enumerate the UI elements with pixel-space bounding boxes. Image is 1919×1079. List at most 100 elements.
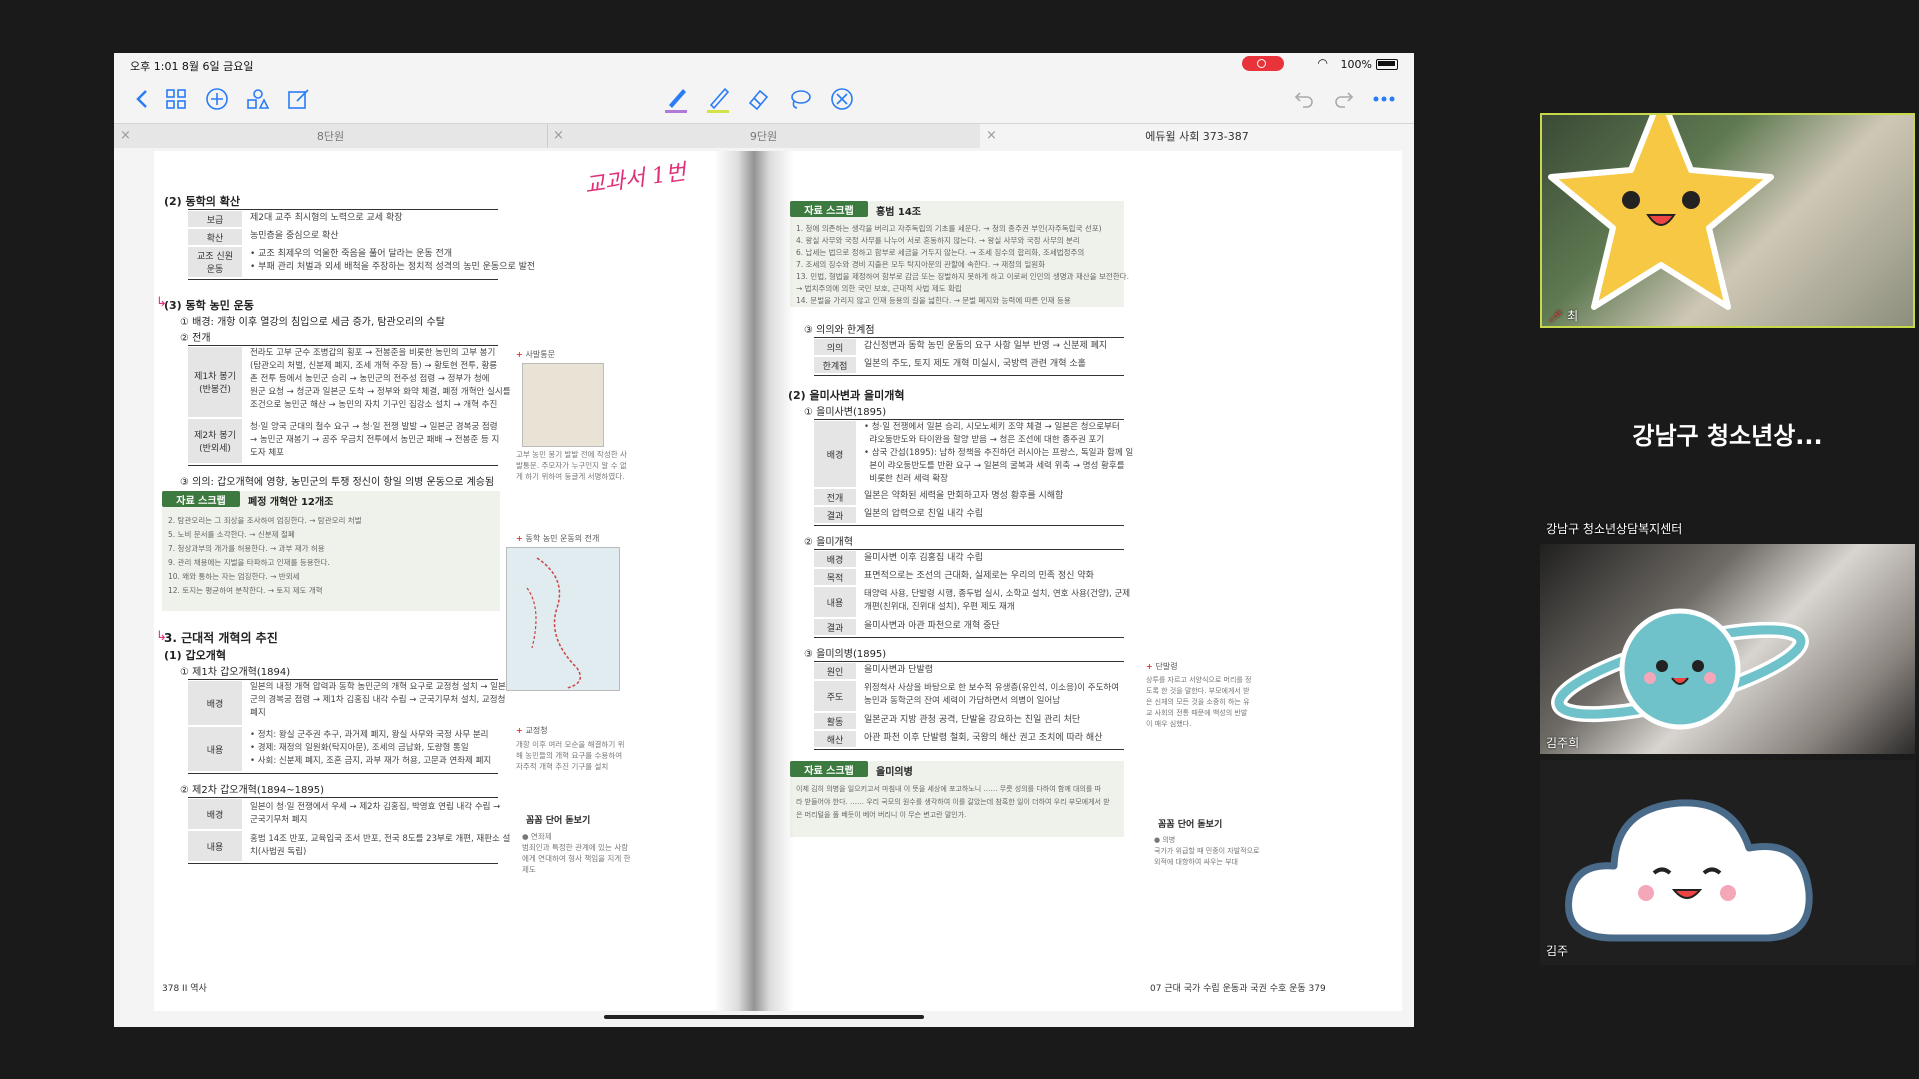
- material-tag: 자료 스크랩: [162, 491, 240, 507]
- highlighter-icon[interactable]: [704, 85, 732, 113]
- material-line: 2. 탐관오리는 그 죄상을 조사하여 엄징한다. → 탐관오리 처벌: [168, 516, 362, 525]
- row-text: 청·일 양국 군대의 철수 요구 → 청·일 전쟁 발발 → 일본군 경복궁 점…: [250, 422, 500, 458]
- material-line: 4. 왕실 사무와 국정 사무를 나누어 서로 혼동하지 않는다. → 왕실 사…: [796, 236, 1080, 245]
- shapes-icon[interactable]: [244, 85, 272, 113]
- row-text: 을미사변과 단발령: [864, 665, 934, 675]
- grid-view-icon[interactable]: [162, 85, 190, 113]
- back-icon[interactable]: [128, 85, 156, 113]
- tab-label: 에듀윌 사회 373-387: [1145, 130, 1249, 143]
- side-tag: + 단발령: [1146, 662, 1178, 671]
- row-text: 표면적으로는 조선의 근대화, 실제로는 우리의 민족 정신 약화: [864, 571, 1094, 581]
- row-label: 배경: [814, 551, 856, 567]
- text-line: ③ 을미의병(1895): [804, 649, 887, 660]
- star-sticker-icon: [1548, 115, 1774, 310]
- status-time: 오후 1:01 8월 6일 금요일: [130, 60, 254, 73]
- participant-tile-4[interactable]: 김주: [1540, 760, 1915, 965]
- text-line: ② 전개: [180, 333, 211, 344]
- cloud-sticker-icon: [1565, 799, 1813, 942]
- material-line: 10. 왜와 통하는 자는 엄징한다. → 반외세: [168, 572, 300, 581]
- home-indicator[interactable]: [604, 1015, 924, 1019]
- participant-name: 김주희: [1546, 736, 1580, 750]
- side-tag: + 사발통문: [516, 350, 555, 359]
- side-tag: 꼼꼼 단어 돋보기: [526, 816, 591, 826]
- material-line: → 법치주의에 의한 국민 보호, 근대적 사법 제도 확립: [796, 284, 962, 293]
- row-label: 배경: [188, 799, 242, 829]
- toolbar: [114, 77, 1414, 121]
- material-line: 13. 민법, 형법을 제정하여 함부로 감금 또는 징벌하지 못하게 하고 이…: [796, 272, 1129, 281]
- side-tag: + 동학 농민 운동의 전개: [516, 534, 600, 543]
- row-text: 일본이 청·일 전쟁에서 우세 → 제2차 김홍집, 박영효 연립 내각 수립 …: [250, 802, 501, 825]
- text-line: ① 배경: 개항 이후 열강의 침입으로 세금 증가, 탐관오리의 수탈: [180, 317, 445, 328]
- row-label: 결과: [814, 507, 856, 523]
- row-text: 제2대 교주 최시형의 노력으로 교세 확장: [250, 213, 403, 223]
- text-line: ② 제2차 갑오개혁(1894~1895): [180, 785, 324, 796]
- screen-record-indicator[interactable]: [1242, 56, 1284, 71]
- book-gutter: [714, 151, 794, 1011]
- participant-name: 🎤︎ 최: [1548, 309, 1579, 323]
- row-text: 홍범 14조 반포, 교육입국 조서 반포, 전국 8도를 23부로 개편, 재…: [250, 834, 511, 857]
- close-icon[interactable]: ×: [120, 128, 131, 143]
- text-line: ① 제1차 갑오개혁(1894): [180, 667, 291, 678]
- row-label: 내용: [188, 727, 242, 771]
- row-label: 원인: [814, 663, 856, 679]
- sabal-tongmun-image: [522, 363, 604, 447]
- material-line: 1. 청에 의존하는 생각을 버리고 자주독립의 기초를 세운다. → 청의 종…: [796, 224, 1102, 233]
- redo-icon[interactable]: [1330, 85, 1358, 113]
- eraser-icon[interactable]: [744, 85, 772, 113]
- material-line: 6. 납세는 법으로 정하고 함부로 세금을 거두지 않는다. → 조세 징수의…: [796, 248, 1085, 257]
- participant-video-1[interactable]: 🎤︎ 최: [1540, 113, 1915, 328]
- row-label: 목적: [814, 569, 856, 585]
- row-label: 내용: [188, 831, 242, 861]
- undo-icon[interactable]: [1290, 85, 1318, 113]
- close-icon[interactable]: ×: [986, 128, 997, 143]
- tab-unit-9[interactable]: × 9단원: [547, 124, 981, 148]
- row-text: 갑신정변과 동학 농민 운동의 요구 사항 일부 반영 → 신분제 폐지: [864, 341, 1108, 351]
- right-page[interactable]: 자료 스크랩 홍범 14조 1. 청에 의존하는 생각을 버리고 자주독립의 기…: [770, 151, 1402, 1011]
- page-footer: 07 근대 국가 수립 운동과 국권 수호 운동 379: [1150, 984, 1326, 994]
- row-text: 전라도 고부 군수 조병갑의 횡포 → 전봉준을 비롯한 농민의 고부 봉기 (…: [250, 348, 511, 410]
- row-label: 전개: [814, 489, 856, 505]
- pen-tool-icon[interactable]: [662, 85, 690, 113]
- material-tag: 자료 스크랩: [790, 201, 868, 217]
- row-label: 주도: [814, 681, 856, 711]
- row-text: 일본의 주도, 토지 제도 개혁 미실시, 국방력 관련 개혁 소홀: [864, 359, 1086, 369]
- close-icon[interactable]: ×: [553, 128, 564, 143]
- left-page[interactable]: 교과서 1번 (2) 동학의 확산 보급 제2대 교주 최시형의 노력으로 교세…: [154, 151, 774, 1011]
- section-heading: (1) 갑오개혁: [164, 649, 227, 662]
- document-tabs: × 8단원 × 9단원 × 에듀윌 사회 373-387: [114, 123, 1414, 148]
- tab-unit-8[interactable]: × 8단원: [114, 124, 548, 148]
- more-icon[interactable]: [1370, 85, 1398, 113]
- material-line: 12. 토지는 평균하여 분작한다. → 토지 제도 개혁: [168, 586, 323, 595]
- page-footer: 378 II 역사: [162, 984, 207, 994]
- close-tool-icon[interactable]: [828, 85, 856, 113]
- material-title: 을미의병: [876, 767, 913, 778]
- tab-label: 9단원: [749, 130, 778, 143]
- side-note: ● 연좌제 범죄인과 특정한 관계에 있는 사람 에게 연대하여 형사 책임을 …: [522, 832, 631, 874]
- text-line: ③ 의의와 한계점: [804, 325, 875, 336]
- participant-name: 김주: [1546, 944, 1569, 958]
- row-text: 일본의 압력으로 친일 내각 수립: [864, 509, 984, 519]
- add-page-icon[interactable]: [203, 85, 231, 113]
- row-text: • 청·일 전쟁에서 일본 승리, 시모노세키 조약 체결 → 일본은 청으로부…: [864, 422, 1134, 484]
- row-label: 한계점: [814, 357, 856, 373]
- row-label: 배경: [188, 681, 242, 725]
- material-title: 홍범 14조: [876, 207, 921, 218]
- tab-label: 8단원: [316, 130, 345, 143]
- row-label: 제1차 봉기 (반봉건): [188, 347, 242, 417]
- lasso-icon[interactable]: [786, 85, 814, 113]
- section-heading: (2) 을미사변과 을미개혁: [788, 389, 905, 402]
- row-label: 제2차 봉기 (반외세): [188, 419, 242, 463]
- row-label: 결과: [814, 619, 856, 635]
- ipad-screen: 오후 1:01 8월 6일 금요일 ◠ 100% × 8단원 × 9단원 × 에…: [114, 53, 1414, 1027]
- edit-icon[interactable]: [285, 85, 313, 113]
- mic-muted-icon: 🎤︎: [1548, 309, 1564, 323]
- section-heading: (3) 동학 농민 운동: [164, 299, 254, 312]
- handwritten-note: 교과서 1번: [583, 160, 688, 199]
- tab-eduwill[interactable]: × 에듀윌 사회 373-387: [980, 124, 1414, 148]
- planet-sticker-icon: [1551, 608, 1809, 730]
- participant-video-3[interactable]: 김주희: [1540, 544, 1915, 754]
- material-line: 7. 조세의 징수와 경비 지출은 모두 탁지아문의 관할에 속한다. → 재정…: [796, 260, 1046, 269]
- side-tag: 꼼꼼 단어 돋보기: [1158, 820, 1223, 830]
- row-label: 배경: [814, 421, 856, 487]
- participant-tile-2[interactable]: 강남구 청소년상... 강남구 청소년상담복지센터: [1540, 338, 1915, 538]
